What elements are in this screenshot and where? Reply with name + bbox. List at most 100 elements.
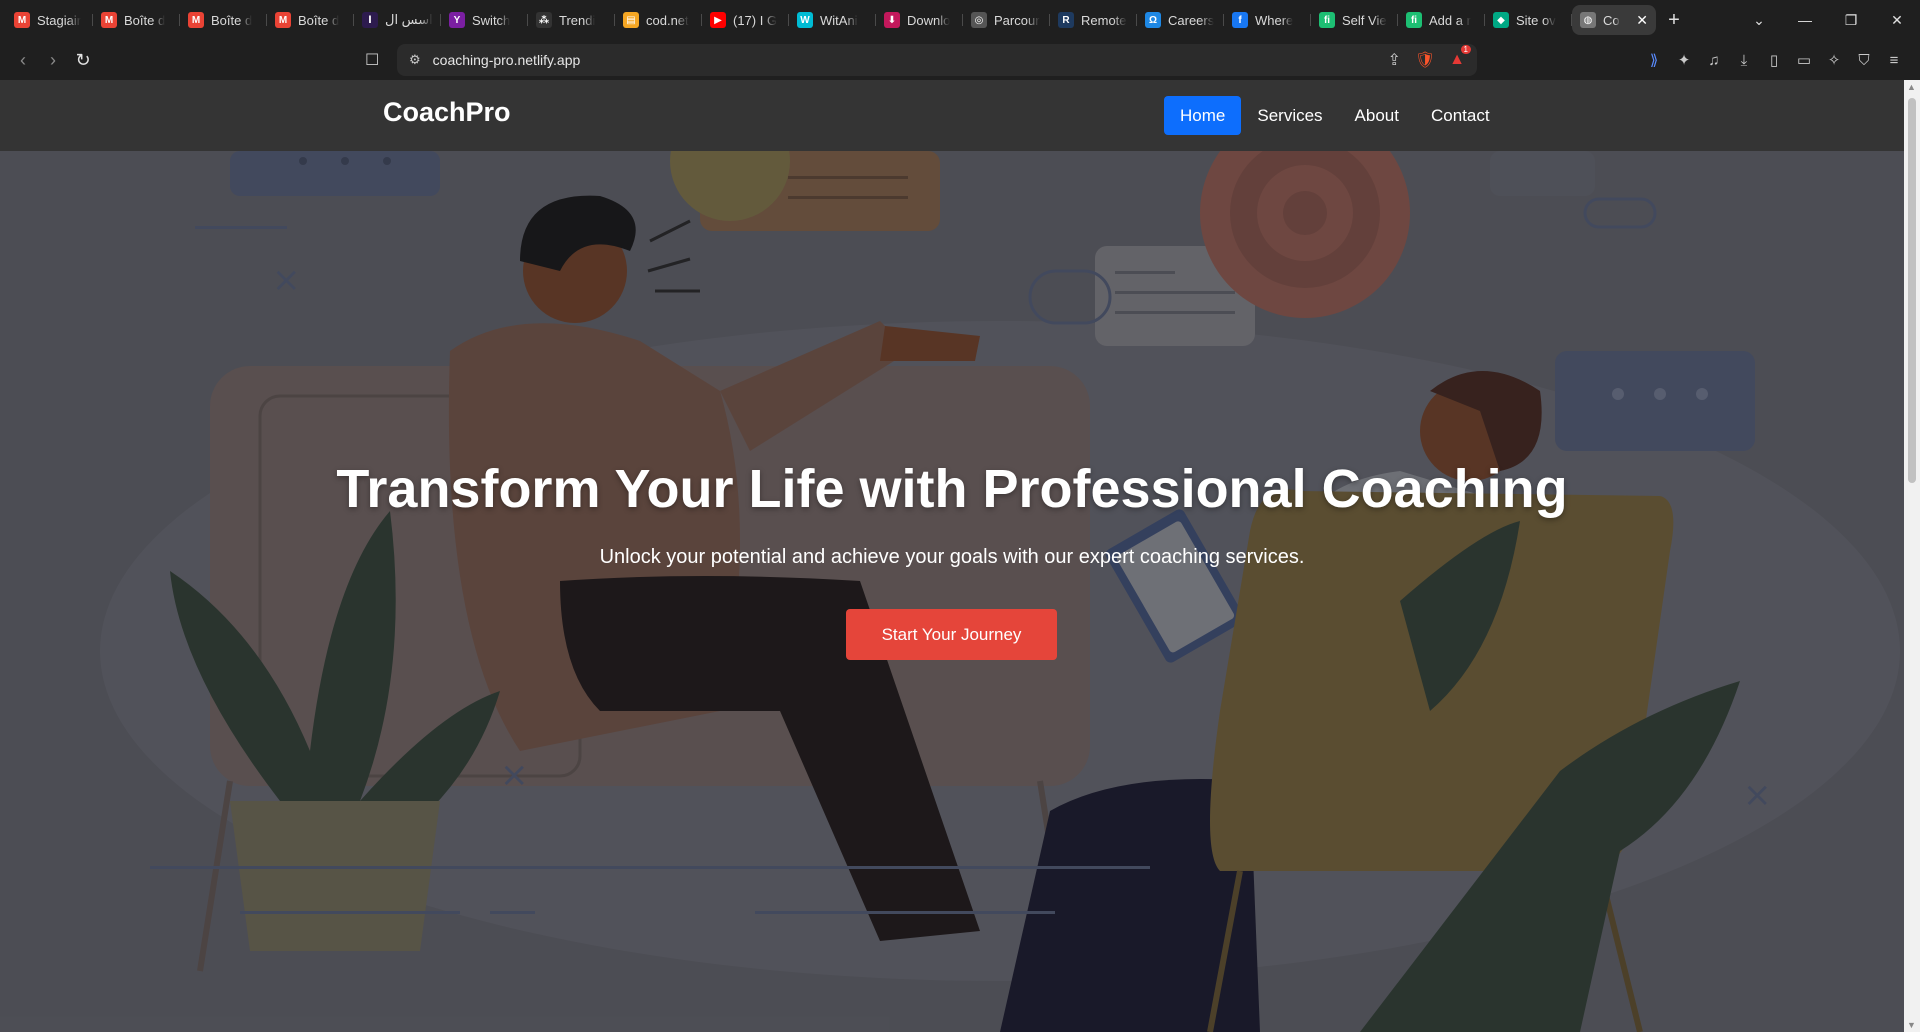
nav-menu: Home Services About Contact <box>1164 96 1506 135</box>
browser-tab[interactable]: M Stagiair <box>6 5 93 35</box>
browser-tab[interactable]: ◆ Site ov <box>1485 5 1572 35</box>
tab-title: Site ov <box>1516 12 1556 28</box>
brave-rewards-icon[interactable]: ▲ 1 <box>1449 45 1471 69</box>
tab-title: Boîte d <box>211 12 253 28</box>
globe-icon: ◍ <box>1580 12 1596 28</box>
browser-tab[interactable]: ▤ cod.net <box>615 5 702 35</box>
tab-list: M Stagiair M Boîte d M Boîte d M Boîte d ا اسس ال… <box>0 0 1656 40</box>
browser-tab[interactable]: fi Self Vie <box>1311 5 1398 35</box>
vpn-icon[interactable]: ⛉ <box>1856 52 1872 69</box>
youtube-icon: ▶ <box>710 12 726 28</box>
browser-tab[interactable]: ⬇ Downlo <box>876 5 963 35</box>
browser-tab[interactable]: W WitAni <box>789 5 876 35</box>
browser-tab[interactable]: M Boîte d <box>180 5 267 35</box>
brand-logo[interactable]: CoachPro <box>383 97 511 128</box>
careers-icon: Ω <box>1145 12 1161 28</box>
bookmark-icon[interactable]: ☐ <box>365 50 379 70</box>
browser-tab[interactable]: Ω Careers <box>1137 5 1224 35</box>
browser-tab[interactable]: M Boîte d <box>267 5 354 35</box>
gmail-icon: M <box>101 12 117 28</box>
trendi-icon: ⁂ <box>536 12 552 28</box>
new-tab-button[interactable]: + <box>1656 9 1692 32</box>
browser-tab[interactable]: ▶ (17) I G <box>702 5 789 35</box>
notification-badge: 1 <box>1460 45 1471 54</box>
openai-icon: ◎ <box>971 12 987 28</box>
wallet-icon[interactable]: ▭ <box>1796 51 1812 69</box>
url-text[interactable]: coaching-pro.netlify.app <box>433 52 581 68</box>
tab-title: Remote <box>1081 12 1127 28</box>
extensions-icon[interactable]: ✦ <box>1676 51 1692 69</box>
browser-tab[interactable]: f Where <box>1224 5 1311 35</box>
share-icon[interactable]: ⇪ <box>1387 50 1400 70</box>
scroll-up-icon[interactable]: ▲ <box>1907 82 1916 92</box>
browser-tab[interactable]: ⁂ Trendi <box>528 5 615 35</box>
reload-button[interactable]: ↻ <box>68 50 98 71</box>
site-icon: ا <box>362 12 378 28</box>
tab-title: Self Vie <box>1342 12 1387 28</box>
media-icon[interactable]: ♫ <box>1706 52 1722 69</box>
close-tab-icon[interactable]: ✕ <box>1636 12 1648 29</box>
brave-shields-icon[interactable]: 🛡 <box>1415 50 1435 70</box>
tab-title: اسس ال <box>385 12 433 27</box>
tab-title: Where <box>1255 12 1294 28</box>
browser-tab[interactable]: ◎ Parcour <box>963 5 1050 35</box>
tab-search-icon[interactable]: ⌄ <box>1736 12 1782 29</box>
web-page: CoachPro Home Services About Contact × ×… <box>0 80 1904 1032</box>
browser-tab[interactable]: ا اسس ال <box>354 5 441 35</box>
tab-title: Downlo <box>907 12 951 28</box>
minimize-button[interactable]: — <box>1782 12 1828 28</box>
window-controls: ⌄ — ❐ ✕ <box>1736 0 1920 40</box>
hero-overlay <box>0 151 1904 1032</box>
start-journey-button[interactable]: Start Your Journey <box>846 609 1057 660</box>
nav-link-about[interactable]: About <box>1339 96 1415 135</box>
address-bar[interactable]: ⚙ coaching-pro.netlify.app ⇪ 🛡 ▲ 1 <box>397 44 1477 76</box>
nav-link-home[interactable]: Home <box>1164 96 1242 135</box>
tab-title: WitAni <box>820 12 858 28</box>
page-scrollbar[interactable]: ▲ ▼ <box>1904 80 1920 1032</box>
nav-link-contact[interactable]: Contact <box>1415 96 1506 135</box>
hero-subtitle: Unlock your potential and achieve your g… <box>599 546 1305 568</box>
browser-tab[interactable]: ◍ Co ✕ <box>1572 5 1656 35</box>
scroll-down-icon[interactable]: ▼ <box>1907 1020 1916 1030</box>
browser-tab[interactable]: Y Switch <box>441 5 528 35</box>
tab-title: cod.net <box>646 12 689 28</box>
forward-button[interactable]: › <box>38 50 68 71</box>
site-info-icon[interactable]: ⚙ <box>409 52 421 68</box>
ai-assistant-icon[interactable]: ✧ <box>1826 51 1842 69</box>
tab-title: Co <box>1603 12 1620 28</box>
gmail-icon: M <box>14 12 30 28</box>
hero-title: Transform Your Life with Professional Co… <box>336 459 1568 519</box>
gmail-icon: M <box>188 12 204 28</box>
facebook-icon: f <box>1232 12 1248 28</box>
download-site-icon: ⬇ <box>884 12 900 28</box>
witani-icon: W <box>797 12 813 28</box>
leo-icon[interactable]: ⟫ <box>1646 51 1662 69</box>
browser-toolbar: ‹ › ↻ ☐ ⚙ coaching-pro.netlify.app ⇪ 🛡 ▲… <box>0 40 1920 80</box>
fiverr-icon: fi <box>1319 12 1335 28</box>
browser-tab[interactable]: fi Add a r <box>1398 5 1485 35</box>
restore-button[interactable]: ❐ <box>1828 12 1874 29</box>
tab-title: Parcour <box>994 12 1040 28</box>
browser-tab[interactable]: M Boîte d <box>93 5 180 35</box>
nav-link-services[interactable]: Services <box>1241 96 1338 135</box>
site-navbar: CoachPro Home Services About Contact <box>0 80 1904 151</box>
scrollbar-thumb[interactable] <box>1908 98 1916 483</box>
tab-title: Careers <box>1168 12 1215 28</box>
codnet-icon: ▤ <box>623 12 639 28</box>
sidebar-icon[interactable]: ▯ <box>1766 51 1782 69</box>
tab-title: Trendi <box>559 12 596 28</box>
yahoo-icon: Y <box>449 12 465 28</box>
menu-icon[interactable]: ≡ <box>1886 52 1902 69</box>
remote-icon: R <box>1058 12 1074 28</box>
close-window-button[interactable]: ✕ <box>1874 12 1920 29</box>
fiverr-icon: fi <box>1406 12 1422 28</box>
extensions-area: ⟫ ✦ ♫ ⤓ ▯ ▭ ✧ ⛉ ≡ <box>1646 40 1902 80</box>
downloads-icon[interactable]: ⤓ <box>1736 52 1752 69</box>
tab-title: Stagiair <box>37 12 82 28</box>
browser-tab[interactable]: R Remote <box>1050 5 1137 35</box>
tab-title: Add a r <box>1429 12 1471 28</box>
browser-tab-strip: M Stagiair M Boîte d M Boîte d M Boîte d ا اسس ال… <box>0 0 1920 40</box>
tab-title: (17) I G <box>733 12 778 28</box>
back-button[interactable]: ‹ <box>8 50 38 71</box>
diamond-icon: ◆ <box>1493 12 1509 28</box>
